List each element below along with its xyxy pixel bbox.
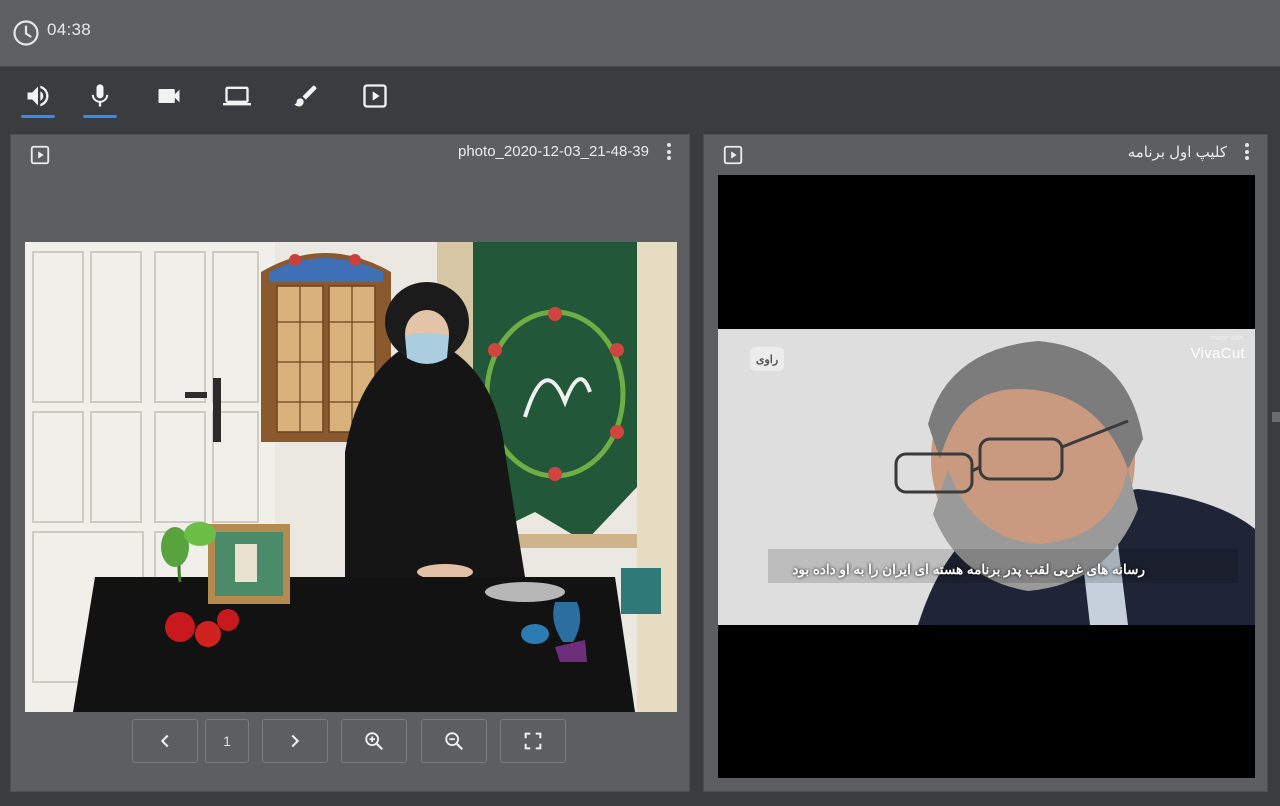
media-toolbar [0, 68, 1280, 130]
video-player[interactable]: made with VivaCut راوی رسانه های غربی لق… [718, 175, 1255, 778]
vivacut-watermark: VivaCut [1190, 345, 1245, 362]
top-bar: 04:38 [0, 0, 1280, 67]
zoom-in-icon [365, 732, 384, 751]
play-box-icon[interactable] [29, 144, 51, 166]
previous-page-button[interactable] [132, 719, 198, 763]
presentation-photo [25, 242, 677, 712]
session-timer: 04:38 [47, 20, 92, 39]
page-number: 1 [223, 733, 231, 749]
chevron-right-icon [291, 734, 300, 748]
watermark-note: made with [1211, 335, 1243, 342]
laptop-icon [223, 86, 251, 106]
kebab-menu-icon[interactable] [1243, 143, 1251, 163]
fullscreen-icon [524, 732, 542, 750]
media-player-button[interactable] [358, 82, 392, 118]
microphone-icon [91, 84, 109, 107]
chevron-left-icon [160, 734, 169, 748]
page-number-field[interactable]: 1 [205, 719, 249, 763]
photo-viewer-panel: photo_2020-12-03_21-48-39 1 [10, 134, 690, 792]
video-clip-panel: کلیپ اول برنامه made with VivaCut راوی ر… [703, 134, 1268, 792]
whiteboard-button[interactable] [289, 82, 323, 118]
fullscreen-button[interactable] [500, 719, 566, 763]
speaker-toggle[interactable] [21, 82, 55, 118]
next-page-button[interactable] [262, 719, 328, 763]
play-box-icon[interactable] [722, 144, 744, 166]
screen-share-button[interactable] [220, 82, 254, 118]
clock-icon [13, 20, 39, 46]
channel-logo: راوی [750, 347, 784, 371]
zoom-in-button[interactable] [341, 719, 407, 763]
video-frame: made with VivaCut راوی رسانه های غربی لق… [718, 329, 1255, 625]
play-box-icon [363, 84, 387, 108]
zoom-out-button[interactable] [421, 719, 487, 763]
microphone-toggle[interactable] [83, 82, 117, 118]
panel-title: photo_2020-12-03_21-48-39 [458, 143, 649, 160]
brush-icon [294, 85, 317, 107]
kebab-menu-icon[interactable] [665, 143, 673, 163]
video-camera-icon [158, 89, 180, 103]
scrollbar[interactable] [1272, 412, 1280, 422]
speaker-icon [27, 85, 49, 107]
camera-toggle[interactable] [152, 82, 186, 118]
zoom-out-icon [445, 732, 464, 751]
panel-title: کلیپ اول برنامه [1127, 144, 1227, 161]
video-caption: رسانه های غربی لقب پدر برنامه هسته ای ای… [792, 562, 1145, 577]
